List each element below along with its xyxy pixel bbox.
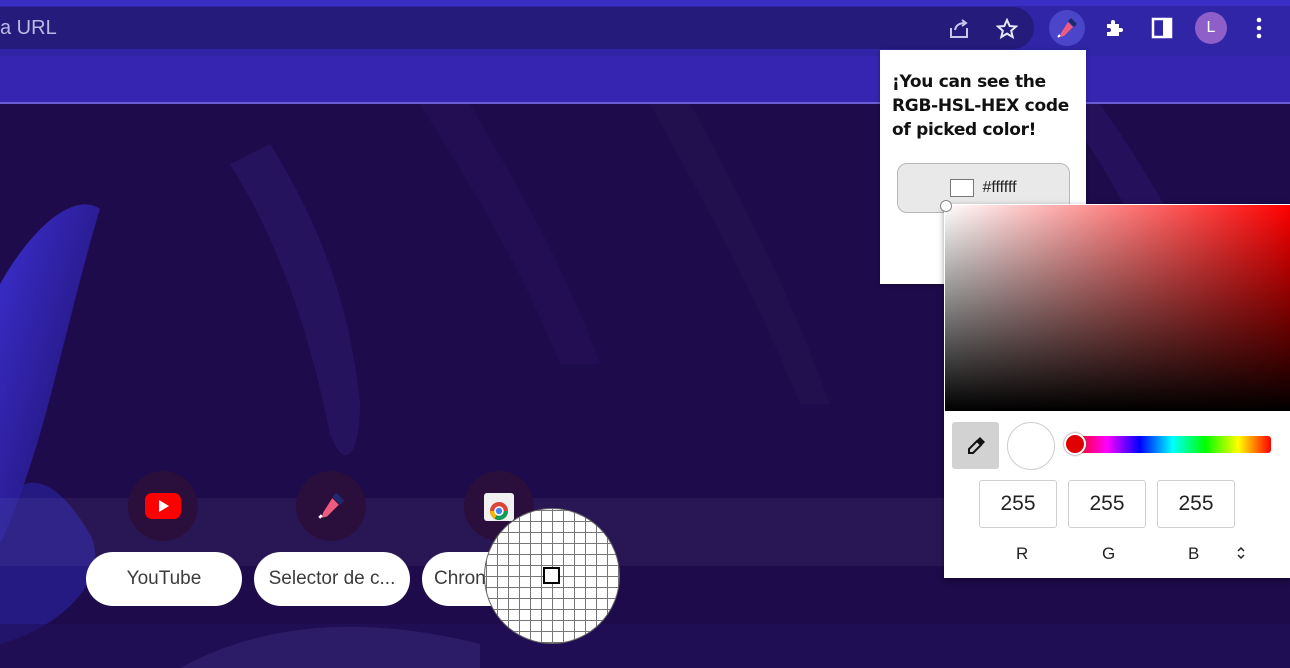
color-picker-extension-icon: [1057, 18, 1077, 38]
youtube-icon: [145, 493, 181, 519]
address-bar-text[interactable]: a URL: [0, 17, 57, 40]
blue-input[interactable]: 255: [1157, 480, 1235, 528]
eyedropper-button[interactable]: [952, 422, 999, 469]
green-input[interactable]: 255: [1068, 480, 1146, 528]
color-preview: [1007, 422, 1055, 470]
extensions-button[interactable]: [1097, 10, 1133, 46]
popup-title: ¡You can see the RGB-HSL-HEX code of pic…: [892, 72, 1069, 140]
blue-label: B: [1188, 544, 1200, 563]
eyedropper-magnifier: [484, 508, 620, 644]
address-bar[interactable]: a URL: [0, 7, 1034, 49]
color-picker-icon: [318, 492, 345, 519]
shortcut-tile-youtube[interactable]: [128, 471, 198, 541]
kebab-menu-icon: [1256, 17, 1262, 39]
format-toggle-icon[interactable]: [1236, 545, 1246, 561]
shortcut-tile-color-picker[interactable]: [296, 471, 366, 541]
color-picker-panel: 255 255 255 R G B: [940, 200, 1290, 578]
hue-slider[interactable]: [1064, 433, 1271, 455]
hex-value: #ffffff: [982, 179, 1017, 196]
chrome-webstore-icon: [484, 493, 514, 521]
green-label: G: [1102, 544, 1116, 563]
color-picker-extension-button[interactable]: [1049, 10, 1085, 46]
side-panel-button[interactable]: [1144, 10, 1180, 46]
saturation-value-area[interactable]: [940, 200, 1290, 411]
puzzle-icon: [1107, 20, 1123, 36]
side-panel-icon: [1151, 17, 1173, 39]
magnifier-center-pixel: [543, 567, 560, 584]
red-input[interactable]: 255: [979, 480, 1057, 528]
shortcut-label-color-picker[interactable]: Selector de c...: [254, 552, 410, 606]
bookmark-bar: [0, 56, 1290, 104]
profile-avatar[interactable]: L: [1195, 12, 1227, 44]
browser-toolbar: a URL L: [0, 0, 1290, 56]
red-label: R: [1016, 544, 1029, 563]
star-icon[interactable]: [996, 18, 1018, 40]
share-icon[interactable]: [948, 18, 970, 40]
hue-slider-knob[interactable]: [1064, 433, 1086, 455]
saturation-knob[interactable]: [940, 200, 952, 212]
eyedropper-icon: [967, 436, 985, 454]
color-swatch: [950, 179, 975, 197]
browser-menu-button[interactable]: [1241, 10, 1277, 46]
shortcut-label-youtube[interactable]: YouTube: [86, 552, 242, 606]
